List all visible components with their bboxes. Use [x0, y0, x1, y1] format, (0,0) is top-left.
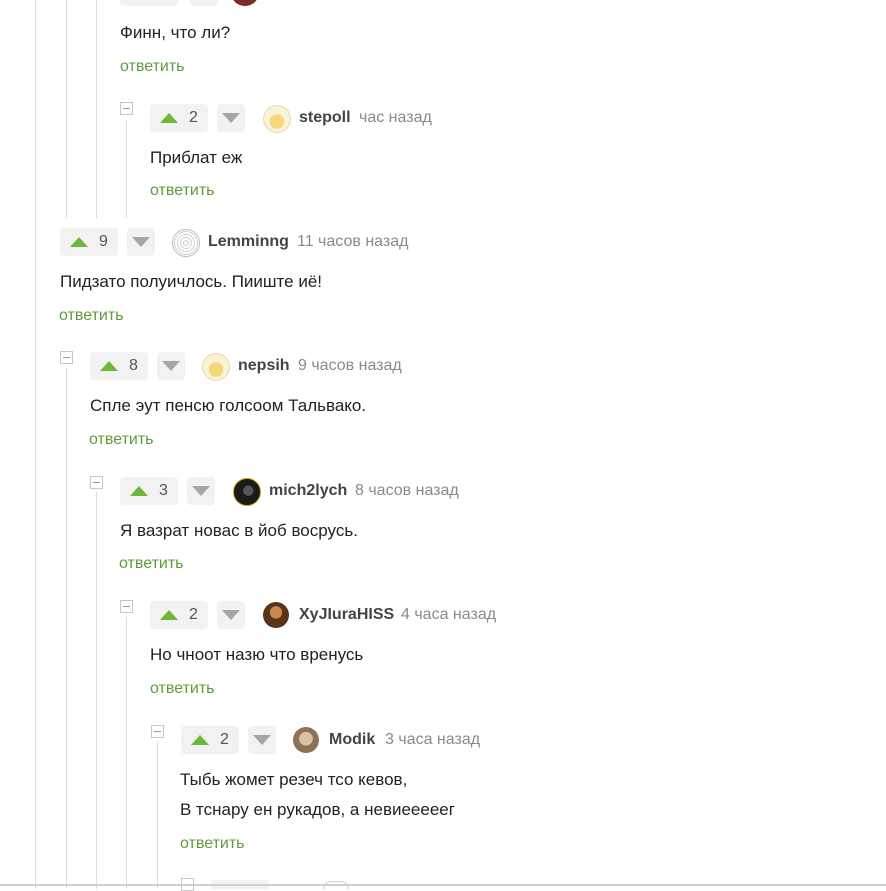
comment-text: Приблат еж [150, 148, 243, 167]
collapse-toggle[interactable] [60, 351, 73, 364]
rating-count: 3 [159, 482, 168, 499]
thread-line [96, 492, 97, 889]
comment-text: Пидзато полуичлось. Пииште иё! [60, 272, 323, 291]
upvote-button[interactable]: 8 [90, 352, 148, 380]
thread-line [66, 368, 67, 889]
arrow-down-icon [253, 735, 271, 745]
thread-line [126, 617, 127, 889]
downvote-button[interactable] [187, 477, 215, 505]
arrow-up-icon [70, 237, 88, 247]
avatar[interactable] [263, 105, 291, 133]
arrow-up-icon [130, 486, 148, 496]
downvote-button[interactable] [157, 352, 185, 380]
avatar [232, 0, 258, 6]
cropped-header [120, 0, 420, 6]
username[interactable]: Lemminng [208, 233, 289, 251]
rating-count: 2 [220, 731, 229, 748]
thread-line [66, 0, 67, 218]
thread-line [126, 120, 127, 218]
avatar[interactable] [263, 602, 289, 628]
comment-text-line: В тснару ен рукадов, а невиееееег [180, 800, 455, 819]
timestamp[interactable]: 9 часов назад [298, 357, 402, 375]
arrow-down-icon [222, 610, 240, 620]
timestamp[interactable]: 4 часа назад [401, 606, 496, 624]
comment-text: Финн, что ли? [120, 23, 231, 42]
vote-widget: 2 [181, 726, 276, 754]
upvote-button[interactable]: 2 [150, 104, 208, 132]
username[interactable]: XyJIuraHISS [299, 606, 394, 624]
avatar[interactable] [172, 229, 200, 257]
divider [0, 884, 886, 886]
vote-widget: 9 [60, 228, 155, 256]
avatar[interactable] [202, 353, 230, 381]
username[interactable]: nepsih [238, 357, 290, 375]
arrow-up-icon [160, 610, 178, 620]
reply-link[interactable]: ответить [119, 555, 184, 573]
username[interactable]: mich2lych [269, 482, 347, 500]
arrow-down-icon [162, 361, 180, 371]
downvote-button[interactable] [217, 601, 245, 629]
comment-text: Но чноот назю что вренусь [150, 645, 364, 664]
thread-line [96, 0, 97, 218]
upvote-button[interactable]: 9 [60, 228, 118, 256]
avatar[interactable] [233, 478, 261, 506]
arrow-down-icon [192, 486, 210, 496]
thread-line [35, 0, 36, 889]
rating-count: 9 [99, 233, 108, 250]
reply-link[interactable]: ответить [150, 680, 215, 698]
thread-line [157, 742, 158, 889]
arrow-down-icon [222, 113, 240, 123]
vote-widget: 2 [150, 601, 245, 629]
timestamp[interactable]: 3 часа назад [385, 731, 480, 749]
username[interactable]: Modik [329, 731, 375, 749]
reply-link[interactable]: ответить [150, 182, 215, 200]
upvote-button[interactable]: 3 [120, 477, 178, 505]
downvote-button[interactable] [248, 726, 276, 754]
comment-text: Спле эут пенсю голсоом Тальвако. [90, 396, 367, 415]
timestamp[interactable]: 11 часов назад [297, 233, 408, 251]
timestamp[interactable]: час назад [359, 109, 432, 127]
downvote-button[interactable] [217, 104, 245, 132]
collapse-toggle[interactable] [120, 102, 133, 115]
rating-count: 2 [189, 606, 198, 623]
rating-count: 2 [189, 109, 198, 126]
upvote-button[interactable]: 2 [150, 601, 208, 629]
collapse-toggle[interactable] [90, 476, 103, 489]
comment-text: Я вазрат новас в йоб восрусь. [120, 521, 358, 540]
avatar[interactable] [293, 727, 319, 753]
arrow-up-icon [100, 361, 118, 371]
upvote-button[interactable]: 2 [181, 726, 239, 754]
rating-count: 8 [129, 357, 138, 374]
reply-link[interactable]: ответить [120, 58, 185, 76]
collapse-toggle[interactable] [120, 600, 133, 613]
comment-text-line: Тыбь жомет резеч тсо кевов, [180, 770, 408, 789]
reply-link[interactable]: ответить [89, 431, 154, 449]
downvote-button[interactable] [127, 228, 155, 256]
reply-link[interactable]: ответить [180, 835, 245, 853]
collapse-toggle[interactable] [151, 725, 164, 738]
reply-link[interactable]: ответить [59, 307, 124, 325]
arrow-up-icon [160, 113, 178, 123]
vote-widget: 2 [150, 104, 245, 132]
vote-widget: 3 [120, 477, 215, 505]
username[interactable]: stepoll [299, 109, 351, 127]
arrow-down-icon [132, 237, 150, 247]
arrow-up-icon [191, 735, 209, 745]
timestamp[interactable]: 8 часов назад [355, 482, 459, 500]
vote-widget: 8 [90, 352, 185, 380]
